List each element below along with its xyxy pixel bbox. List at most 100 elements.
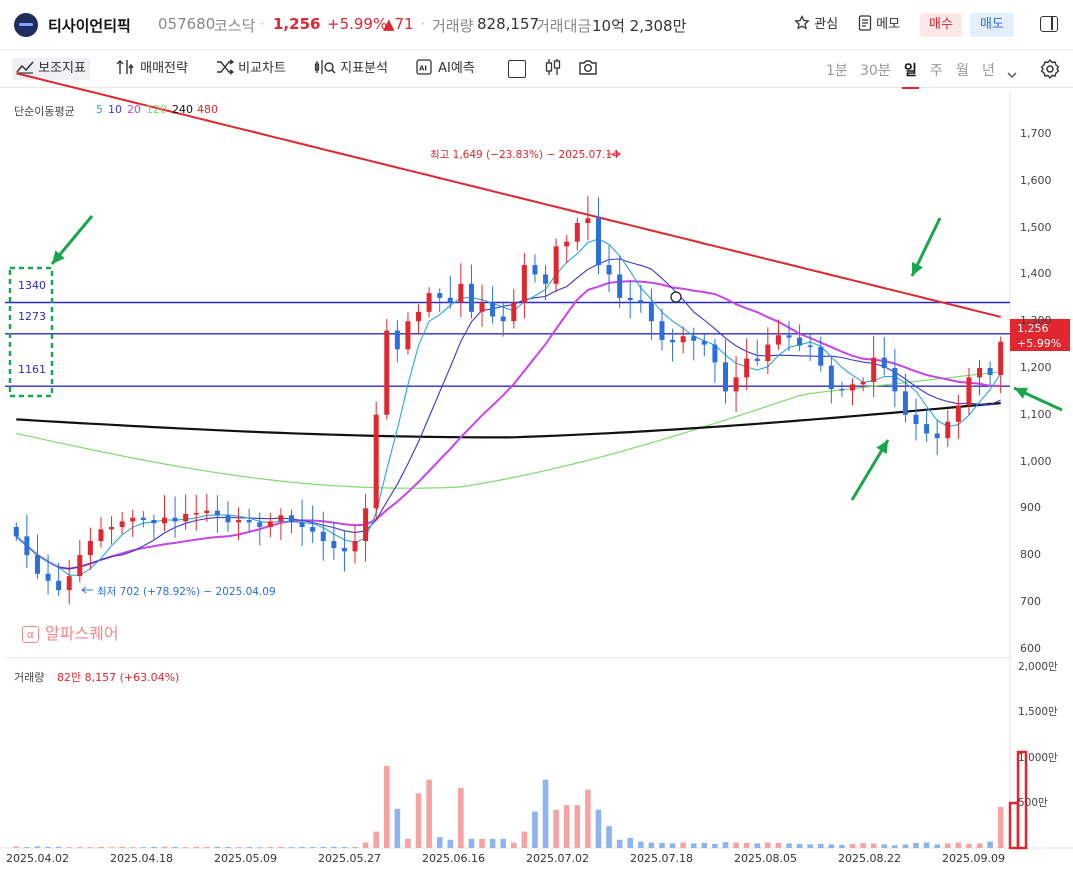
candle-body [892, 367, 898, 392]
volume-bar [341, 847, 348, 848]
x-tick-label: 2025.07.18 [630, 852, 693, 865]
candle-body [966, 377, 972, 406]
level-label-1340: 1340 [18, 279, 46, 292]
volume-bar [955, 842, 962, 848]
volume-bar [13, 846, 20, 848]
volume-title: 거래량 [14, 671, 45, 684]
candle-body [987, 367, 993, 375]
candle-body [56, 580, 62, 591]
candle-body [818, 346, 824, 366]
volume-bar [870, 843, 877, 848]
volume-bar [839, 844, 845, 848]
candle-body [278, 515, 284, 522]
candle-body [34, 555, 40, 574]
volume-bar [331, 846, 337, 848]
x-tick-label: 2025.04.02 [6, 852, 69, 865]
volume-bar [426, 779, 432, 848]
candle-body [691, 336, 697, 341]
candle-body [289, 515, 295, 523]
candle-body [722, 362, 728, 392]
candle-body [659, 321, 665, 340]
volume-bar [828, 844, 835, 848]
ma-5-label: 5 [96, 103, 103, 116]
candle-body [902, 391, 908, 415]
y-tick-label: 700 [1020, 594, 1041, 608]
volume-bar [119, 846, 125, 848]
x-tick-label: 2025.09.09 [942, 852, 1005, 865]
candle-body [871, 357, 877, 383]
candle-body [945, 421, 951, 439]
candle-body [384, 330, 390, 415]
volume-bar [902, 844, 909, 848]
volume-bar [807, 844, 813, 848]
candle-body [77, 555, 83, 577]
candle-body [363, 508, 369, 542]
volume-bar [510, 842, 517, 848]
volume-bar [563, 805, 570, 848]
candle-body [130, 517, 136, 522]
volume-bar [765, 842, 771, 848]
ma-20-label: 20 [127, 103, 141, 116]
price-chart[interactable] [0, 0, 1073, 881]
volume-bar [648, 842, 655, 848]
volume-bar [225, 846, 231, 848]
candle-body [701, 340, 707, 345]
ma-title: 단순이동평균 [14, 105, 75, 118]
volume-bar [383, 765, 390, 848]
volume-bar [87, 847, 94, 848]
candle-body [860, 382, 866, 385]
volume-bar [532, 811, 538, 848]
volume-bar [108, 847, 115, 848]
candle-body [13, 527, 19, 537]
volume-bar [944, 843, 951, 848]
ma-120-label: 120 [146, 103, 167, 116]
volume-bar [669, 843, 676, 848]
ma-5-line [15, 238, 1002, 576]
volume-bar [606, 826, 612, 848]
candle-body [998, 341, 1004, 375]
volume-tick-label: 2,000만 [1018, 660, 1058, 673]
volume-info: 82만 8,157 (+63.04%) [57, 671, 180, 684]
volume-bar [627, 837, 634, 848]
x-tick-label: 2025.05.09 [214, 852, 277, 865]
candle-body [394, 330, 400, 350]
candle-body [151, 520, 157, 524]
volume-bar [458, 787, 464, 848]
volume-bar [680, 842, 686, 848]
candle-body [648, 302, 654, 322]
volume-bar [595, 809, 602, 848]
y-tick-label: 900 [1020, 501, 1041, 515]
y-tick-label: 600 [1020, 641, 1041, 655]
volume-bar [246, 847, 252, 848]
volume-bar [892, 845, 898, 848]
volume-bar [468, 838, 475, 848]
volume-bar [923, 842, 930, 848]
candle-body [437, 293, 443, 298]
volume-bar [45, 846, 51, 848]
volume-bar [479, 838, 485, 848]
volume-bar [193, 846, 200, 848]
volume-bar [299, 846, 305, 848]
candle-body [405, 321, 411, 350]
crosshair-marker [670, 291, 682, 303]
candle-body [850, 384, 856, 391]
candle-body [680, 336, 686, 343]
candle-body [24, 536, 30, 556]
volume-bar [817, 843, 824, 848]
volume-tick-label: 500만 [1018, 797, 1048, 810]
candle-body [66, 576, 72, 591]
volume-bar [585, 789, 591, 848]
y-tick-label: 1,000 [1020, 454, 1052, 468]
y-tick-label: 1,200 [1020, 360, 1052, 374]
volume-bar [553, 809, 559, 848]
candle-body [447, 297, 453, 303]
volume-bar [352, 846, 358, 848]
candle-body [246, 520, 252, 523]
candle-body [532, 265, 538, 275]
volume-bar [373, 831, 379, 848]
y-tick-label: 1,400 [1020, 267, 1052, 281]
volume-bar [214, 846, 221, 848]
volume-bar [616, 839, 623, 848]
volume-bar [786, 843, 792, 848]
candle-body [765, 344, 771, 361]
